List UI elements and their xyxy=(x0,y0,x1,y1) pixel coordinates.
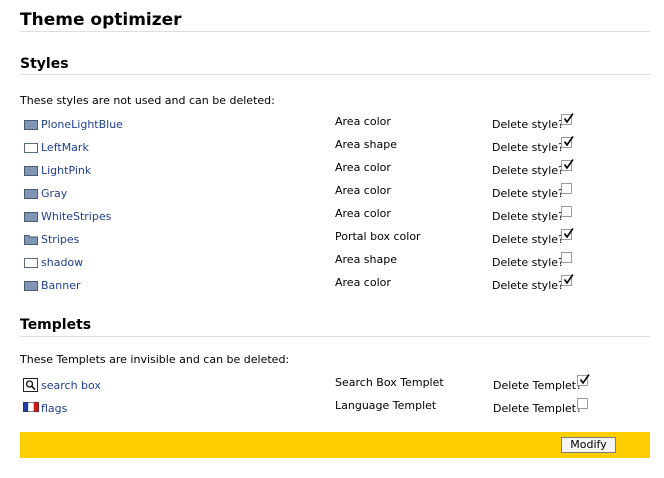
style-row: WhiteStripes Area color Delete style? xyxy=(20,206,650,230)
style-row: Banner Area color Delete style? xyxy=(20,274,650,299)
templet-type: Language Templet xyxy=(335,399,437,412)
page-title: Theme optimizer xyxy=(20,10,182,30)
delete-checkbox[interactable] xyxy=(561,274,574,286)
delete-checkbox[interactable] xyxy=(561,136,574,148)
styles-divider xyxy=(20,74,650,75)
magnifier-icon xyxy=(23,378,39,392)
rectangle-outline-icon xyxy=(24,143,38,153)
folder-tab-icon xyxy=(24,235,38,245)
templets-intro: These Templets are invisible and can be … xyxy=(20,353,290,366)
style-name-link[interactable]: Stripes xyxy=(41,233,79,246)
delete-checkbox[interactable] xyxy=(561,113,574,125)
delete-label: Delete style? xyxy=(492,233,564,246)
style-name-link[interactable]: Gray xyxy=(41,187,67,200)
delete-label: Delete style? xyxy=(492,187,564,200)
french-flag-icon xyxy=(23,401,39,415)
delete-checkbox[interactable] xyxy=(561,183,572,194)
style-name-link[interactable]: PloneLightBlue xyxy=(41,118,123,131)
delete-checkbox[interactable] xyxy=(561,252,572,263)
modify-button[interactable]: Modify xyxy=(561,437,616,453)
delete-checkbox[interactable] xyxy=(577,398,588,409)
folder-filled-icon xyxy=(24,212,38,222)
style-type: Area color xyxy=(335,276,391,289)
templet-type: Search Box Templet xyxy=(335,376,444,389)
templet-row: flags Language Templet Delete Templet? xyxy=(20,398,650,422)
action-bar: Modify xyxy=(20,432,650,458)
style-row: PloneLightBlue Area color Delete style? xyxy=(20,113,650,138)
style-type: Portal box color xyxy=(335,230,421,243)
delete-label: Delete Templet? xyxy=(493,379,582,392)
templet-row: search box Search Box Templet Delete Templ… xyxy=(20,374,650,399)
delete-label: Delete style? xyxy=(492,141,564,154)
rectangle-outline-icon xyxy=(24,258,38,268)
templet-name-link[interactable]: search box xyxy=(41,379,101,392)
delete-label: Delete style? xyxy=(492,256,564,269)
style-row: Gray Area color Delete style? xyxy=(20,183,650,207)
delete-checkbox[interactable] xyxy=(561,206,572,217)
style-name-link[interactable]: shadow xyxy=(41,256,83,269)
style-type: Area color xyxy=(335,184,391,197)
style-type: Area shape xyxy=(335,253,398,266)
style-type: Area color xyxy=(335,115,391,128)
folder-filled-icon xyxy=(24,120,38,130)
templets-heading: Templets xyxy=(20,317,92,333)
style-row: LeftMark Area shape Delete style? xyxy=(20,136,650,161)
style-type: Area color xyxy=(335,207,391,220)
delete-label: Delete Templet? xyxy=(493,402,582,415)
style-row: LightPink Area color Delete style? xyxy=(20,159,650,184)
style-name-link[interactable]: WhiteStripes xyxy=(41,210,111,223)
delete-checkbox[interactable] xyxy=(561,228,574,240)
folder-filled-icon xyxy=(24,166,38,176)
delete-label: Delete style? xyxy=(492,210,564,223)
delete-label: Delete style? xyxy=(492,118,564,131)
folder-filled-icon xyxy=(24,281,38,291)
delete-label: Delete style? xyxy=(492,164,564,177)
styles-heading: Styles xyxy=(20,56,69,72)
style-row: shadow Area shape Delete style? xyxy=(20,252,650,276)
title-divider xyxy=(20,31,650,32)
style-name-link[interactable]: LeftMark xyxy=(41,141,89,154)
style-name-link[interactable]: Banner xyxy=(41,279,81,292)
style-row: Stripes Portal box color Delete style? xyxy=(20,228,650,253)
style-type: Area shape xyxy=(335,138,398,151)
templets-divider xyxy=(20,336,650,337)
folder-filled-icon xyxy=(24,189,38,199)
style-type: Area color xyxy=(335,161,391,174)
templet-name-link[interactable]: flags xyxy=(41,402,67,415)
style-name-link[interactable]: LightPink xyxy=(41,164,91,177)
delete-label: Delete style? xyxy=(492,279,564,292)
styles-intro: These styles are not used and can be del… xyxy=(20,94,275,107)
delete-checkbox[interactable] xyxy=(577,374,590,386)
delete-checkbox[interactable] xyxy=(561,159,574,171)
